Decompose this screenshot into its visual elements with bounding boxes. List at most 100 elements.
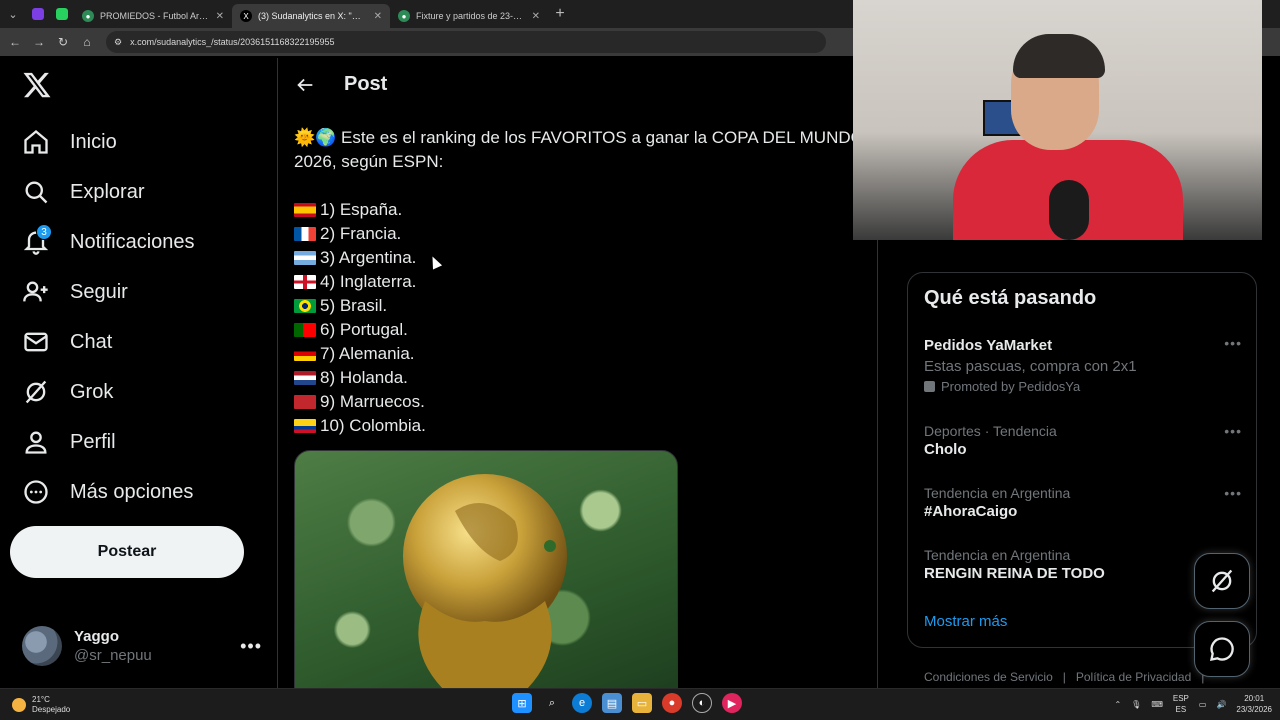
system-tray: ⌃ 🎙 ⌨ ESP ES ▭ 🔊 20:01 23/3/2026 [1114,693,1272,715]
language-indicator[interactable]: ESP ES [1173,693,1189,715]
post-button[interactable]: Postear [10,526,244,578]
moon-icon [12,698,26,712]
microphone [1049,180,1089,240]
trend-description: Estas pascuas, compra con 2x1 [924,358,1137,375]
list-item: 10) Colombia. [294,414,426,438]
list-item: 7) Alemania. [294,342,426,366]
new-tab-button[interactable]: + [548,5,572,23]
home-icon[interactable]: ⌂ [76,31,98,53]
tab-sudanalytics[interactable]: X (3) Sudanalytics en X: "🌞🌍 Este ✕ [232,4,390,28]
ranking-text: 9) Marruecos. [320,392,425,411]
show-more-link[interactable]: Mostrar más [924,613,1007,630]
left-sidebar: Inicio Explorar 3 Notificaciones Seguir … [0,58,278,688]
person-icon [25,431,47,454]
forward-icon[interactable]: → [28,31,50,53]
more-icon[interactable]: ••• [1224,423,1242,439]
nav-label: Grok [70,380,114,403]
messages-fab-button[interactable] [1194,621,1250,677]
list-item: 1) España. [294,198,426,222]
store-icon[interactable]: ▤ [602,693,622,713]
keyboard-icon[interactable]: ⌨ [1151,700,1163,709]
x-logo-icon[interactable] [22,70,52,100]
webcam-overlay [853,0,1262,240]
weather-desc: Despejado [32,705,71,714]
nav-label: Explorar [70,180,145,203]
reload-icon[interactable]: ↻ [52,31,74,53]
volume-icon[interactable]: 🔊 [1216,700,1226,709]
nav-item-chat[interactable]: Chat [22,322,112,362]
clock[interactable]: 20:01 23/3/2026 [1236,693,1272,715]
address-bar[interactable]: ⚙ x.com/sudanalytics_/status/20361511683… [106,31,826,53]
trend-item[interactable]: Tendencia en Argentina #AhoraCaigo ••• [924,485,1242,520]
nav-item-grok[interactable]: Grok [22,372,113,412]
back-arrow-icon[interactable] [294,74,316,96]
site-info-icon[interactable]: ⚙ [114,37,122,48]
chrome-icon[interactable]: ● [662,693,682,713]
grok-icon [1211,569,1233,593]
terms-link[interactable]: Condiciones de Servicio [924,670,1053,684]
trend-meta: Tendencia en Argentina [924,547,1071,563]
tab-search-icon[interactable]: ⌄ [0,0,26,28]
mic-icon[interactable]: 🎙 [1131,700,1141,709]
post-text: 🌞🌍 Este es el ranking de los FAVORITOS a… [294,126,874,174]
promoted-label: Promoted by PedidosYa [924,379,1242,394]
nav-label: Seguir [70,280,128,303]
more-icon[interactable]: ••• [240,636,262,657]
bell-icon-wrapper: 3 [22,224,52,256]
post-image-world-cup-trophy[interactable] [294,450,678,688]
obs-icon[interactable]: ◐ [692,693,712,713]
nav-label: Perfil [70,430,116,453]
nav-label: Notificaciones [70,230,195,253]
nav-item-explorar[interactable]: Explorar [22,172,144,212]
taskbar: 21°C Despejado ⊞ ⌕ e ▤ ▭ ● ◐ ▶ ⌃ 🎙 ⌨ ESP… [0,688,1280,720]
account-name: Yaggo [74,628,120,645]
nav-item-seguir[interactable]: Seguir [22,272,128,312]
nav-item-mas-opciones[interactable]: Más opciones [22,472,193,512]
nav-item-perfil[interactable]: Perfil [22,422,116,462]
list-item: 4) Inglaterra. [294,270,426,294]
chevron-up-icon[interactable]: ⌃ [1114,700,1121,709]
post-text-line: 2026, según ESPN: [294,152,444,171]
trend-item[interactable]: Deportes · Tendencia Cholo ••• [924,423,1242,458]
record-icon[interactable]: ▶ [722,693,742,713]
weather-widget[interactable]: 21°C Despejado [12,695,70,715]
promoted-icon [924,381,935,392]
avatar [22,626,62,666]
privacy-link[interactable]: Política de Privacidad [1076,670,1191,684]
close-icon[interactable]: ✕ [374,11,382,22]
grok-icon [25,380,47,404]
folder-icon[interactable]: ▭ [632,693,652,713]
nav-item-notificaciones[interactable]: 3 Notificaciones [22,222,195,262]
more-icon[interactable]: ••• [1224,335,1242,351]
ranking-text: 7) Alemania. [320,344,415,363]
pinned-tab-kick[interactable] [50,4,74,24]
close-icon[interactable]: ✕ [532,11,540,22]
back-icon[interactable]: ← [4,31,26,53]
promoted-text: Promoted by PedidosYa [941,379,1081,394]
list-item: 5) Brasil. [294,294,426,318]
ranking-text: 10) Colombia. [320,416,426,435]
more-icon[interactable]: ••• [1224,485,1242,501]
main-column: Post 🌞🌍 Este es el ranking de los FAVORI… [278,58,878,688]
trend-name: Pedidos YaMarket [924,337,1053,354]
list-item: 6) Portugal. [294,318,426,342]
trend-item-promoted[interactable]: Pedidos YaMarket Estas pascuas, compra c… [924,335,1242,394]
pinned-tab-purple[interactable] [26,4,50,24]
more-circle-icon [24,480,48,504]
page-title: Post [344,73,388,95]
nav-item-inicio[interactable]: Inicio [22,122,117,162]
search-icon[interactable]: ⌕ [542,693,562,713]
tab-fixture[interactable]: ● Fixture y partidos de 23-03-2026 ✕ [390,4,548,28]
close-icon[interactable]: ✕ [216,11,224,22]
network-icon[interactable]: ▭ [1199,700,1207,709]
flag-brazil-icon [294,299,316,313]
ranking-text: 8) Holanda. [320,368,408,387]
grok-fab-button[interactable] [1194,553,1250,609]
account-handle: @sr_nepuu [74,647,152,664]
tab-promiedos[interactable]: ● PROMIEDOS - Futbol Argentina ✕ [74,4,232,28]
account-switcher[interactable]: Yaggo @sr_nepuu ••• [22,624,262,668]
flag-france-icon [294,227,316,241]
windows-start-icon[interactable]: ⊞ [512,693,532,713]
trends-title: Qué está pasando [924,287,1097,309]
edge-icon[interactable]: e [572,693,592,713]
